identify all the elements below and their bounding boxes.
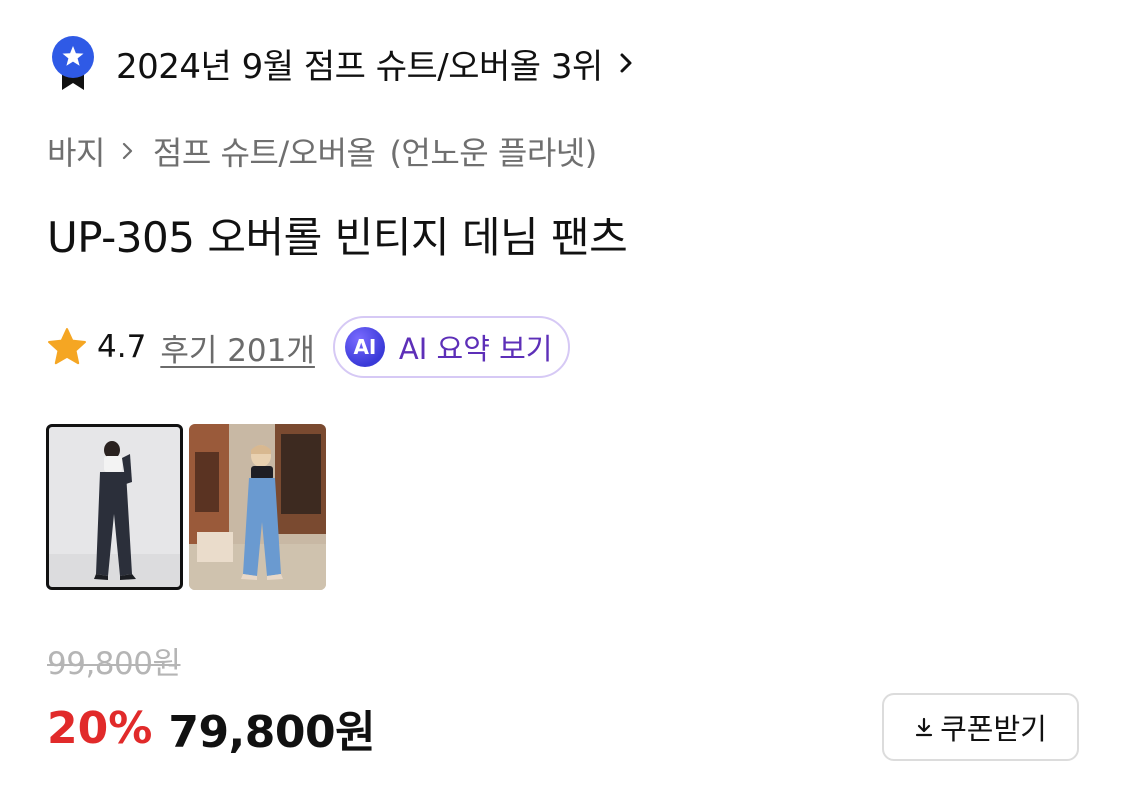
rating-score: 4.7 bbox=[97, 329, 147, 365]
breadcrumb-brand[interactable]: (언노운 플라넷) bbox=[389, 128, 597, 174]
chevron-right-icon bbox=[620, 53, 632, 73]
product-title: UP-305 오버롤 빈티지 데님 팬츠 bbox=[47, 213, 628, 262]
download-icon bbox=[916, 717, 933, 737]
breadcrumb: 바지 점프 슈트/오버올 (언노운 플라넷) bbox=[47, 128, 597, 174]
thumb-light-denim[interactable] bbox=[189, 424, 326, 590]
ranking-text: 2024년 9월 점프 슈트/오버올 3위 bbox=[116, 46, 603, 87]
chevron-right-icon bbox=[122, 142, 132, 160]
original-price: 99,800원 bbox=[47, 646, 181, 682]
ai-badge-icon: AI bbox=[344, 327, 385, 367]
sale-price: 79,800원 bbox=[168, 707, 376, 758]
discount-rate: 20% bbox=[47, 702, 153, 754]
coupon-button[interactable]: 쿠폰받기 bbox=[882, 693, 1079, 761]
review-count-link[interactable]: 후기 201개 bbox=[160, 325, 315, 370]
ai-summary-label: AI 요약 보기 bbox=[398, 332, 553, 366]
ranking-link[interactable]: 2024년 9월 점프 슈트/오버올 3위 bbox=[50, 36, 635, 90]
breadcrumb-subcategory[interactable]: 점프 슈트/오버올 bbox=[153, 128, 376, 174]
ai-summary-button[interactable]: AI AI 요약 보기 bbox=[332, 316, 571, 378]
rating-row: 4.7 후기 201개 AI AI 요약 보기 bbox=[47, 316, 571, 378]
dark-denim-photo bbox=[46, 424, 183, 590]
star-icon bbox=[48, 328, 86, 365]
ribbon-star-badge-icon bbox=[52, 36, 94, 90]
coupon-label: 쿠폰받기 bbox=[940, 712, 1047, 746]
breadcrumb-category[interactable]: 바지 bbox=[47, 128, 105, 174]
thumbnail-list bbox=[46, 424, 326, 590]
price-row: 20% 79,800원 bbox=[47, 698, 376, 759]
thumb-dark-denim[interactable] bbox=[46, 424, 183, 590]
light-denim-photo bbox=[189, 424, 326, 590]
